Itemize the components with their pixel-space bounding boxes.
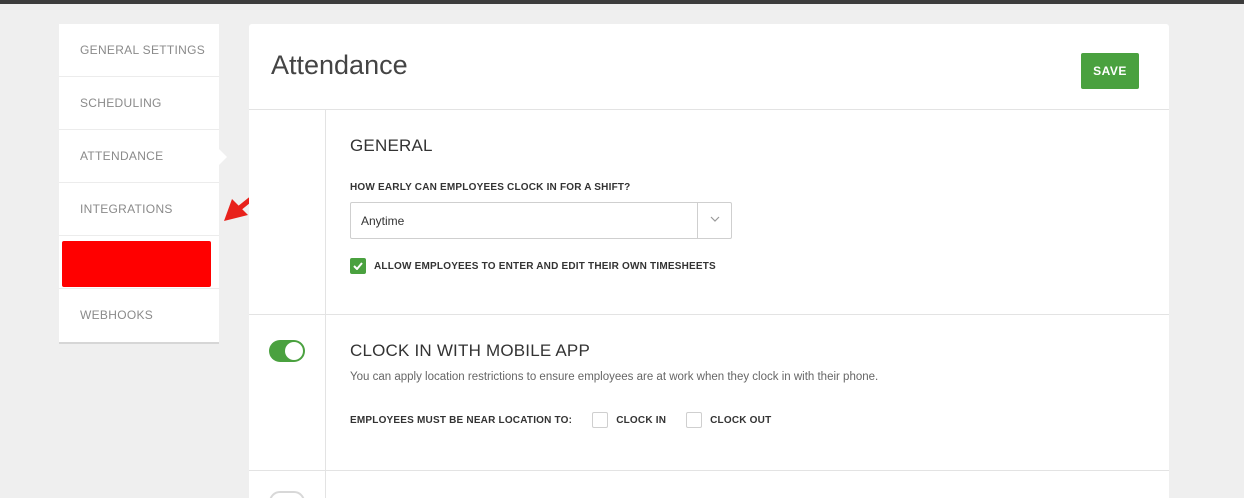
mobile-section-title: CLOCK IN WITH MOBILE APP bbox=[350, 341, 591, 360]
sidebar-item-attendance[interactable]: ATTENDANCE bbox=[59, 130, 227, 183]
clock-out-checkbox[interactable] bbox=[686, 412, 703, 428]
save-button[interactable]: SAVE bbox=[1081, 53, 1139, 89]
check-icon bbox=[353, 262, 363, 270]
location-restriction-label: EMPLOYEES MUST BE NEAR LOCATION TO: bbox=[350, 414, 573, 426]
attendance-panel: Attendance SAVE GENERAL HOW EARLY CAN EM… bbox=[249, 24, 1169, 498]
general-section-title: GENERAL bbox=[350, 136, 433, 155]
sidebar-item-integrations[interactable]: INTEGRATIONS bbox=[59, 183, 219, 236]
timesheet-option: ALLOW EMPLOYEES TO ENTER AND EDIT THEIR … bbox=[350, 258, 716, 274]
location-restriction-row: EMPLOYEES MUST BE NEAR LOCATION TO: CLOC… bbox=[350, 412, 791, 428]
mobile-clockin-section: CLOCK IN WITH MOBILE APP You can apply l… bbox=[249, 315, 1169, 471]
sidebar-item-general-settings[interactable]: GENERAL SETTINGS bbox=[59, 24, 219, 77]
panel-header: Attendance SAVE bbox=[249, 24, 1169, 110]
toggle-knob bbox=[285, 342, 303, 360]
next-section bbox=[249, 471, 1169, 498]
mobile-section-description: You can apply location restrictions to e… bbox=[350, 371, 879, 383]
clock-in-checkbox[interactable] bbox=[592, 412, 609, 428]
sidebar-item-redacted[interactable] bbox=[59, 236, 219, 289]
top-bar bbox=[0, 0, 1244, 4]
sidebar-item-webhooks[interactable]: WEBHOOKS bbox=[59, 289, 219, 342]
clock-in-early-label: HOW EARLY CAN EMPLOYEES CLOCK IN FOR A S… bbox=[350, 182, 631, 193]
timesheet-checkbox[interactable] bbox=[350, 258, 366, 274]
chevron-down-icon bbox=[710, 216, 720, 222]
next-section-toggle[interactable] bbox=[269, 491, 305, 498]
general-section: GENERAL HOW EARLY CAN EMPLOYEES CLOCK IN… bbox=[249, 110, 1169, 315]
clock-in-early-select[interactable]: Anytime bbox=[350, 202, 732, 239]
clock-in-option: CLOCK IN bbox=[592, 412, 666, 428]
timesheet-label: ALLOW EMPLOYEES TO ENTER AND EDIT THEIR … bbox=[374, 260, 716, 272]
clock-in-label: CLOCK IN bbox=[616, 414, 667, 426]
page-title: Attendance bbox=[271, 50, 408, 80]
clock-in-early-value: Anytime bbox=[361, 214, 405, 228]
clock-out-label: CLOCK OUT bbox=[710, 414, 772, 426]
mobile-clockin-toggle[interactable] bbox=[269, 340, 305, 362]
redaction-box bbox=[62, 241, 211, 287]
clock-out-option: CLOCK OUT bbox=[686, 412, 771, 428]
sidebar-item-scheduling[interactable]: SCHEDULING bbox=[59, 77, 219, 130]
select-caret[interactable] bbox=[697, 203, 731, 238]
settings-sidebar: GENERAL SETTINGS SCHEDULING ATTENDANCE I… bbox=[59, 24, 227, 342]
